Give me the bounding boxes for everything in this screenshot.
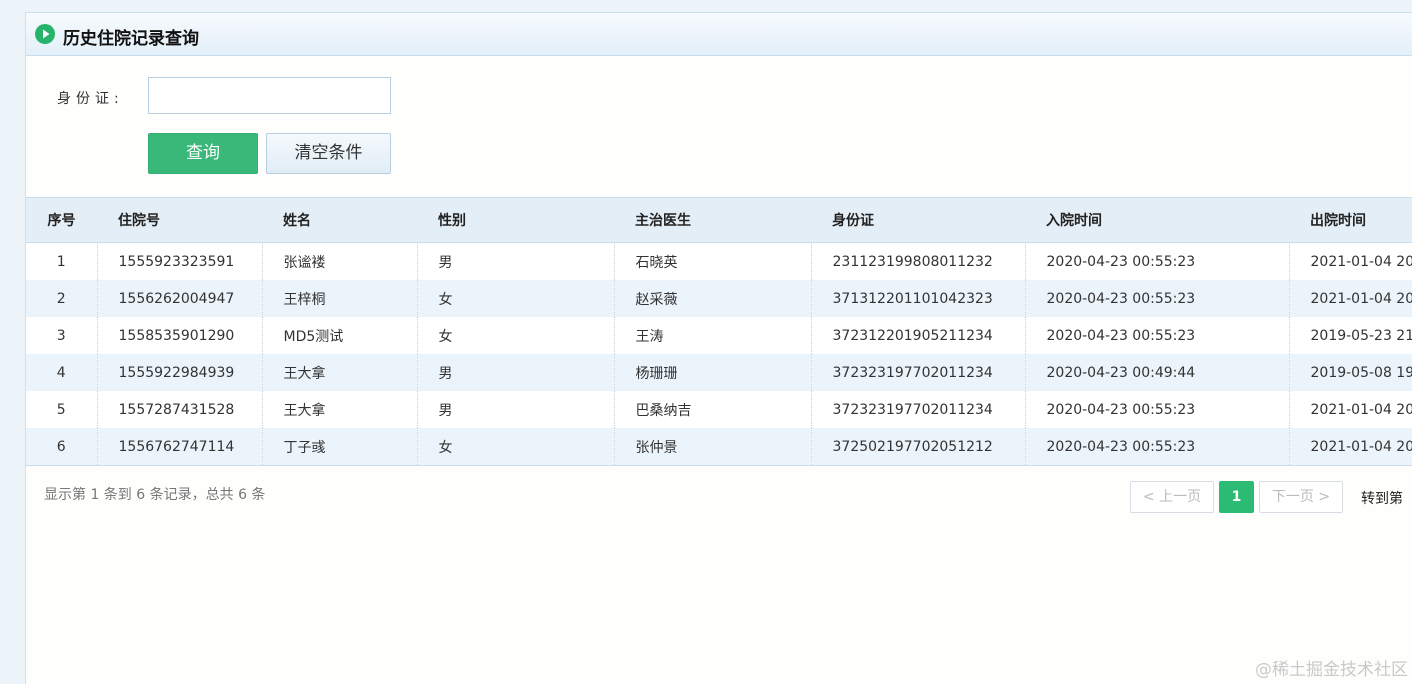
id-input[interactable] bbox=[148, 77, 391, 114]
cell-doctor: 石晓英 bbox=[613, 242, 811, 280]
cell-index: 5 bbox=[26, 391, 97, 428]
cell-gender: 女 bbox=[416, 428, 614, 466]
cell-index: 2 bbox=[26, 280, 97, 317]
cell-admission-no: 1557287431528 bbox=[96, 391, 262, 428]
cell-index: 1 bbox=[26, 242, 97, 280]
cell-discharge-time: 2021-01-04 20 bbox=[1288, 242, 1412, 280]
search-button[interactable]: 查询 bbox=[148, 133, 258, 174]
panel-header: 历史住院记录查询 bbox=[26, 13, 1412, 56]
cell-admit-time: 2020-04-23 00:55:23 bbox=[1024, 317, 1289, 354]
play-circle-icon bbox=[35, 24, 55, 44]
cell-discharge-time: 2021-01-04 20 bbox=[1288, 391, 1412, 428]
table-row[interactable]: 4 1555922984939 王大拿男杨珊珊 372323197702011234 2… bbox=[26, 354, 1412, 391]
column-header-index[interactable]: 序号 bbox=[26, 197, 97, 243]
cell-admit-time: 2020-04-23 00:55:23 bbox=[1024, 242, 1289, 280]
table-header-row: 序号 住院号 姓名 性别 主治医生 身份证 入院时间 出院时间 bbox=[26, 197, 1412, 243]
prev-page-button[interactable]: < 上一页 bbox=[1130, 481, 1214, 513]
clear-conditions-button[interactable]: 清空条件 bbox=[266, 133, 391, 174]
cell-admit-time: 2020-04-23 00:55:23 bbox=[1024, 280, 1289, 317]
cell-admit-time: 2020-04-23 00:55:23 bbox=[1024, 428, 1289, 466]
cell-discharge-time: 2019-05-23 21 bbox=[1288, 317, 1412, 354]
page-title: 历史住院记录查询 bbox=[63, 29, 199, 49]
cell-admission-no: 1555923323591 bbox=[96, 242, 262, 280]
cell-admission-no: 1558535901290 bbox=[96, 317, 262, 354]
cell-name: 丁子彧 bbox=[261, 428, 417, 466]
cell-index: 6 bbox=[26, 428, 97, 466]
cell-id-card: 371312201101042323 bbox=[810, 280, 1025, 317]
cell-name: 张谧褛 bbox=[261, 242, 417, 280]
query-panel: 历史住院记录查询 身份证: 查询 清空条件 序号 住院号 姓名 性别 主治医生 … bbox=[25, 12, 1412, 684]
cell-doctor: 杨珊珊 bbox=[613, 354, 811, 391]
column-header-gender[interactable]: 性别 bbox=[417, 197, 614, 243]
cell-admission-no: 1556262004947 bbox=[96, 280, 262, 317]
cell-id-card: 372312201905211234 bbox=[810, 317, 1025, 354]
table-row[interactable]: 5 1557287431528 王大拿男巴桑纳吉 372323197702011234… bbox=[26, 391, 1412, 428]
cell-doctor: 王涛 bbox=[613, 317, 811, 354]
cell-name: MD5测试 bbox=[261, 317, 417, 354]
column-header-id-card[interactable]: 身份证 bbox=[811, 197, 1025, 243]
cell-gender: 男 bbox=[416, 391, 614, 428]
column-header-name[interactable]: 姓名 bbox=[262, 197, 417, 243]
cell-id-card: 231123199808011232 bbox=[810, 242, 1025, 280]
next-page-button[interactable]: 下一页 > bbox=[1259, 481, 1343, 513]
table-row[interactable]: 6 1556762747114 丁子彧女张仲景 372502197702051212 2… bbox=[26, 428, 1412, 466]
cell-gender: 女 bbox=[416, 280, 614, 317]
column-header-admit-time[interactable]: 入院时间 bbox=[1025, 197, 1289, 243]
column-header-admission-no[interactable]: 住院号 bbox=[97, 197, 262, 243]
cell-id-card: 372502197702051212 bbox=[810, 428, 1025, 466]
records-table: 序号 住院号 姓名 性别 主治医生 身份证 入院时间 出院时间 1 1555923… bbox=[26, 197, 1412, 466]
table-row[interactable]: 1 1555923323591 张谧褛男石晓英 231123199808011232 2… bbox=[26, 242, 1412, 280]
cell-admit-time: 2020-04-23 00:49:44 bbox=[1024, 354, 1289, 391]
records-summary: 显示第 1 条到 6 条记录，总共 6 条 bbox=[44, 487, 266, 503]
table-row[interactable]: 2 1556262004947 王梓桐女赵采薇 371312201101042323 2… bbox=[26, 280, 1412, 317]
cell-gender: 男 bbox=[416, 242, 614, 280]
cell-discharge-time: 2019-05-08 19 bbox=[1288, 354, 1412, 391]
cell-name: 王大拿 bbox=[261, 354, 417, 391]
cell-discharge-time: 2021-01-04 20 bbox=[1288, 428, 1412, 466]
goto-page-label: 转到第 bbox=[1361, 491, 1403, 507]
cell-admission-no: 1556762747114 bbox=[96, 428, 262, 466]
cell-doctor: 巴桑纳吉 bbox=[613, 391, 811, 428]
cell-doctor: 张仲景 bbox=[613, 428, 811, 466]
id-field-label: 身份证: bbox=[57, 91, 124, 107]
watermark: @稀土掘金技术社区 bbox=[1255, 660, 1408, 680]
table-row[interactable]: 3 1558535901290 MD5测试女王涛 372312201905211234… bbox=[26, 317, 1412, 354]
cell-name: 王梓桐 bbox=[261, 280, 417, 317]
cell-name: 王大拿 bbox=[261, 391, 417, 428]
cell-index: 4 bbox=[26, 354, 97, 391]
column-header-discharge-time[interactable]: 出院时间 bbox=[1289, 197, 1412, 243]
cell-admission-no: 1555922984939 bbox=[96, 354, 262, 391]
cell-admit-time: 2020-04-23 00:55:23 bbox=[1024, 391, 1289, 428]
cell-gender: 男 bbox=[416, 354, 614, 391]
page-1-button[interactable]: 1 bbox=[1219, 481, 1254, 513]
column-header-doctor[interactable]: 主治医生 bbox=[614, 197, 811, 243]
cell-id-card: 372323197702011234 bbox=[810, 391, 1025, 428]
cell-doctor: 赵采薇 bbox=[613, 280, 811, 317]
cell-discharge-time: 2021-01-04 20 bbox=[1288, 280, 1412, 317]
cell-gender: 女 bbox=[416, 317, 614, 354]
cell-index: 3 bbox=[26, 317, 97, 354]
cell-id-card: 372323197702011234 bbox=[810, 354, 1025, 391]
